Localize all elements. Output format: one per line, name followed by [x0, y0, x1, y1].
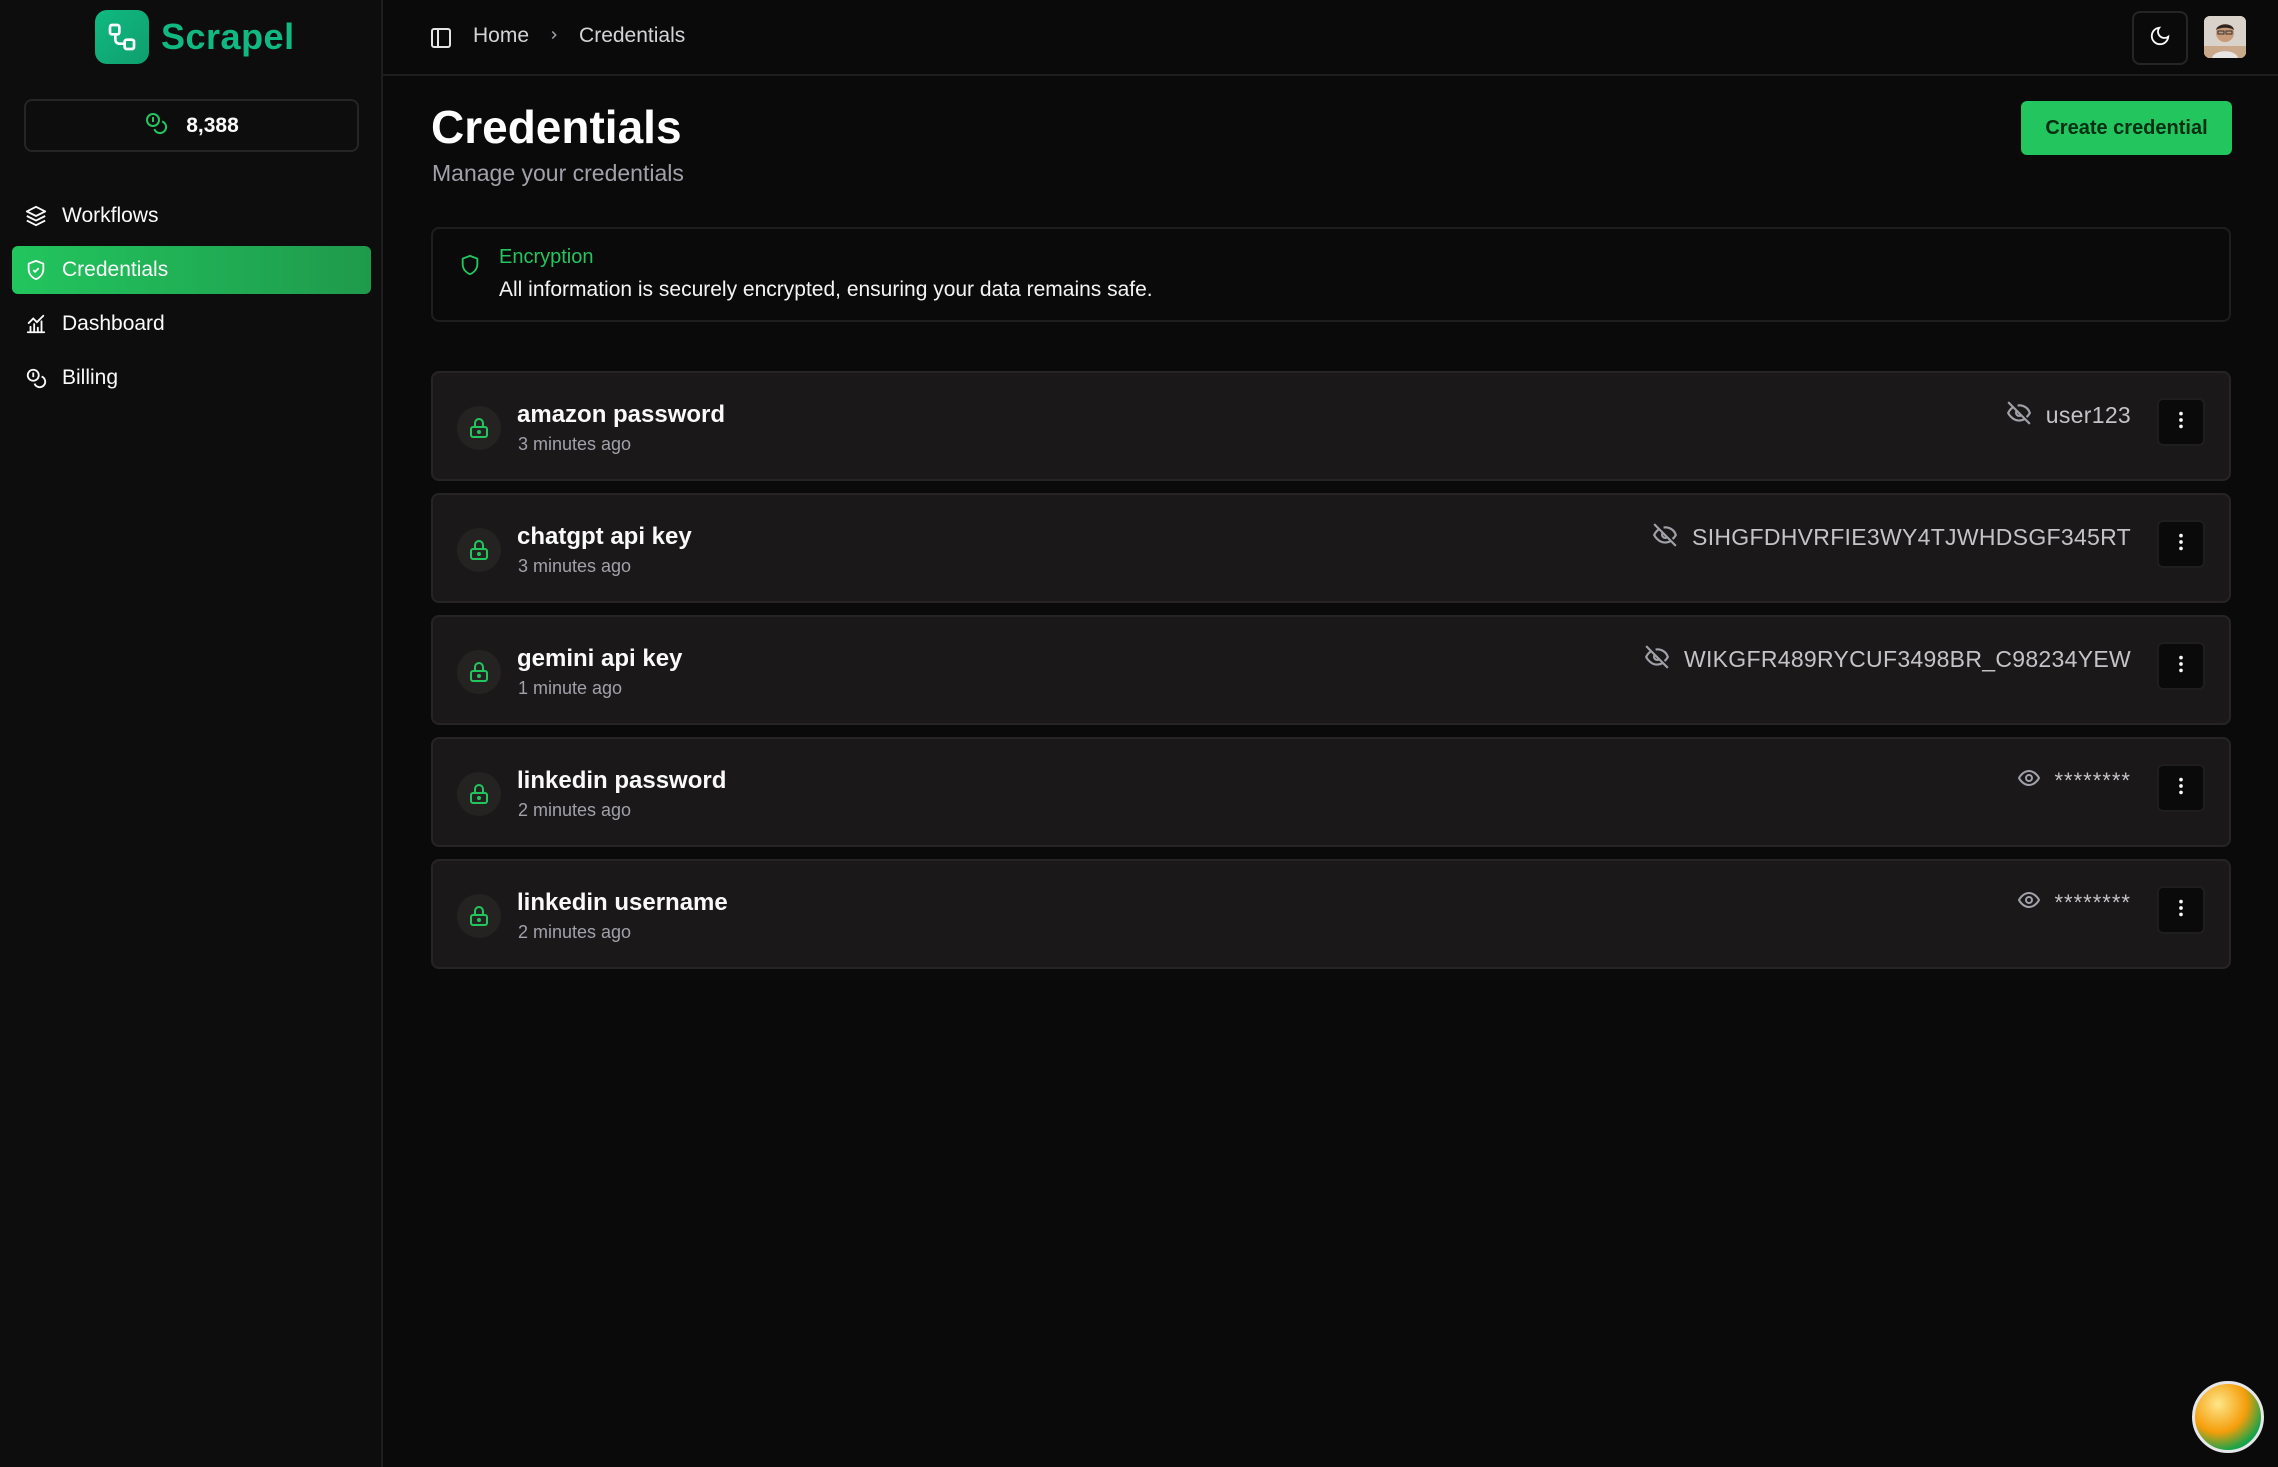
- credits-value: 8,388: [186, 113, 239, 137]
- credential-card[interactable]: linkedin username 2 minutes ago ********: [431, 859, 2231, 969]
- more-vertical-icon: [2170, 409, 2192, 436]
- more-options-button[interactable]: [2157, 764, 2205, 812]
- topbar: Home Credentials: [383, 0, 2278, 76]
- lock-icon: [457, 406, 501, 450]
- layers-icon: [24, 204, 48, 228]
- logo[interactable]: Scrapel: [95, 10, 295, 64]
- main-content: Home Credentials Credentials Manage your…: [383, 0, 2278, 1467]
- credential-name: linkedin username: [517, 889, 728, 916]
- more-options-button[interactable]: [2157, 642, 2205, 690]
- credential-value-group: WIKGFR489RYCUF3498BR_C98234YEW: [1644, 644, 2131, 675]
- avatar[interactable]: [2204, 16, 2246, 58]
- credential-time: 3 minutes ago: [518, 434, 632, 454]
- more-options-button[interactable]: [2157, 398, 2205, 446]
- credential-time: 2 minutes ago: [518, 800, 632, 820]
- lock-icon: [457, 772, 501, 816]
- sidebar-item-dashboard[interactable]: Dashboard: [12, 300, 371, 348]
- credential-value: ********: [2054, 767, 2131, 793]
- sidebar-toggle-icon[interactable]: [429, 26, 453, 50]
- credential-value-group: user123: [2006, 400, 2131, 431]
- more-options-button[interactable]: [2157, 886, 2205, 934]
- more-vertical-icon: [2170, 897, 2192, 924]
- credential-value-group: SIHGFDHVRFIE3WY4TJWHDSGF345RT: [1652, 522, 2131, 553]
- eye-off-icon[interactable]: [2006, 400, 2032, 431]
- alert-description: All information is securely encrypted, e…: [499, 278, 1153, 301]
- logo-icon: [95, 10, 149, 64]
- lock-icon: [457, 894, 501, 938]
- more-vertical-icon: [2170, 531, 2192, 558]
- coins-icon: [24, 366, 48, 390]
- lock-icon: [457, 650, 501, 694]
- sidebar-item-credentials[interactable]: Credentials: [12, 246, 371, 294]
- page-subtitle: Manage your credentials: [432, 160, 684, 186]
- sidebar-item-billing[interactable]: Billing: [12, 354, 371, 402]
- credential-value: SIHGFDHVRFIE3WY4TJWHDSGF345RT: [1692, 524, 2131, 550]
- chart-icon: [24, 312, 48, 336]
- more-vertical-icon: [2170, 775, 2192, 802]
- sidebar: Scrapel 8,388 Workflows Credentials Dash…: [0, 0, 383, 1467]
- sidebar-item-label: Workflows: [62, 204, 159, 227]
- chevron-right-icon: [547, 24, 561, 48]
- theme-toggle-button[interactable]: [2132, 11, 2188, 65]
- sidebar-item-label: Credentials: [62, 258, 169, 281]
- credential-value-group: ********: [2017, 766, 2132, 795]
- credential-value: WIKGFR489RYCUF3498BR_C98234YEW: [1683, 646, 2131, 672]
- credential-card[interactable]: gemini api key 1 minute ago WIKGFR489RYC…: [431, 615, 2231, 725]
- floating-assistant-button[interactable]: [2192, 1381, 2264, 1453]
- credits-balance[interactable]: 8,388: [24, 99, 359, 152]
- alert-title: Encryption: [499, 246, 594, 268]
- credential-name: amazon password: [517, 401, 726, 428]
- sidebar-item-workflows[interactable]: Workflows: [12, 192, 371, 240]
- eye-icon[interactable]: [2017, 766, 2041, 795]
- lock-icon: [457, 528, 501, 572]
- credential-time: 1 minute ago: [518, 678, 623, 698]
- more-vertical-icon: [2170, 653, 2192, 680]
- credential-value: ********: [2054, 889, 2131, 915]
- sidebar-item-label: Billing: [62, 366, 119, 389]
- shield-check-icon: [24, 258, 48, 282]
- credential-value: user123: [2045, 402, 2131, 428]
- logo-text: Scrapel: [161, 16, 295, 57]
- credential-name: chatgpt api key: [517, 523, 692, 550]
- more-options-button[interactable]: [2157, 520, 2205, 568]
- credential-value-group: ********: [2017, 888, 2132, 917]
- moon-icon: [2149, 25, 2171, 52]
- shield-icon: [459, 253, 481, 282]
- sidebar-nav: Workflows Credentials Dashboard Billing: [12, 192, 371, 408]
- credential-card[interactable]: linkedin password 2 minutes ago ********: [431, 737, 2231, 847]
- credential-card[interactable]: chatgpt api key 3 minutes ago SIHGFDHVRF…: [431, 493, 2231, 603]
- eye-off-icon[interactable]: [1652, 522, 1678, 553]
- breadcrumb: Home Credentials: [473, 24, 685, 48]
- eye-icon[interactable]: [2017, 888, 2041, 917]
- coins-icon: [144, 111, 168, 140]
- sidebar-item-label: Dashboard: [62, 312, 165, 335]
- credential-time: 2 minutes ago: [518, 922, 632, 942]
- credential-time: 3 minutes ago: [518, 556, 632, 576]
- credential-card[interactable]: amazon password 3 minutes ago user123: [431, 371, 2231, 481]
- breadcrumb-home[interactable]: Home: [473, 24, 529, 48]
- create-credential-button[interactable]: Create credential: [2021, 101, 2232, 155]
- breadcrumb-current: Credentials: [579, 24, 686, 47]
- eye-off-icon[interactable]: [1644, 644, 1670, 675]
- credential-name: linkedin password: [517, 767, 727, 794]
- credentials-list: amazon password 3 minutes ago user123 ch…: [431, 371, 2231, 981]
- page-title: Credentials: [431, 101, 682, 153]
- encryption-alert: Encryption All information is securely e…: [431, 227, 2231, 322]
- credential-name: gemini api key: [517, 645, 683, 672]
